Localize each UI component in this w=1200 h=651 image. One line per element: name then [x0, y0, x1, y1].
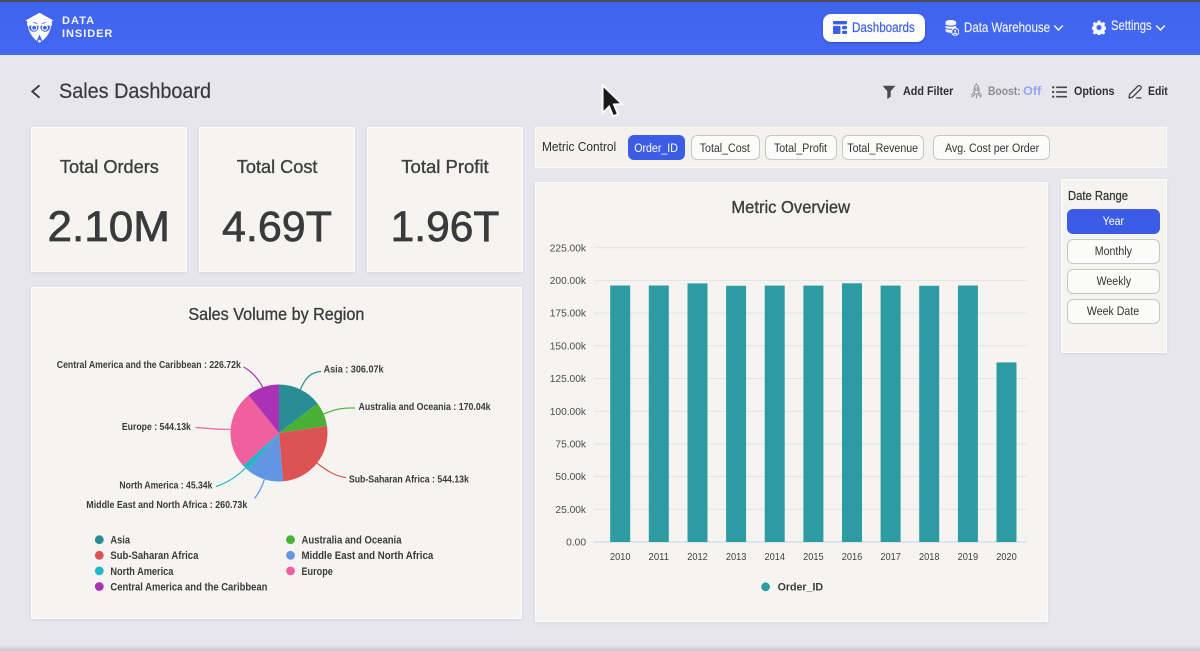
svg-text:25.00k: 25.00k — [555, 505, 586, 516]
svg-text:Middle East and North Africa: Middle East and North Africa — [302, 550, 434, 562]
svg-text:75.00k: 75.00k — [555, 440, 586, 451]
svg-text:Australia and Oceania: Australia and Oceania — [302, 535, 403, 547]
svg-text:200.00k: 200.00k — [550, 276, 587, 287]
svg-text:Sub-Saharan Africa : 544.13k: Sub-Saharan Africa : 544.13k — [349, 475, 469, 486]
svg-text:Central America and the Caribb: Central America and the Caribbean : 226.… — [57, 360, 241, 371]
svg-text:225.00k: 225.00k — [550, 243, 587, 254]
svg-text:2012: 2012 — [687, 551, 708, 563]
svg-text:Middle East and North Africa :: Middle East and North Africa : 260.73k — [86, 500, 247, 511]
svg-text:2013: 2013 — [726, 551, 747, 563]
svg-text:2018: 2018 — [919, 551, 940, 563]
svg-text:100.00k: 100.00k — [550, 407, 587, 418]
svg-text:Europe : 544.13k: Europe : 544.13k — [122, 422, 191, 433]
svg-text:2015: 2015 — [803, 551, 824, 563]
svg-text:2011: 2011 — [649, 551, 670, 563]
svg-text:2016: 2016 — [842, 551, 863, 563]
svg-text:Order_ID: Order_ID — [778, 582, 824, 594]
svg-text:0.00: 0.00 — [566, 538, 586, 549]
svg-text:Sub-Saharan Africa: Sub-Saharan Africa — [110, 550, 199, 562]
svg-text:50.00k: 50.00k — [555, 472, 586, 483]
svg-text:Europe: Europe — [302, 566, 333, 578]
svg-text:175.00k: 175.00k — [550, 309, 587, 320]
svg-text:150.00k: 150.00k — [550, 341, 587, 352]
svg-text:2019: 2019 — [958, 551, 979, 563]
svg-text:2010: 2010 — [610, 551, 631, 563]
svg-text:North America: North America — [110, 566, 174, 578]
svg-text:2014: 2014 — [764, 551, 785, 563]
svg-text:Asia: Asia — [110, 535, 130, 547]
svg-text:Asia : 306.07k: Asia : 306.07k — [324, 365, 384, 376]
svg-text:125.00k: 125.00k — [550, 374, 587, 385]
svg-text:2020: 2020 — [996, 551, 1017, 563]
svg-text:Central America and the Caribb: Central America and the Caribbean — [110, 581, 267, 593]
svg-text:2017: 2017 — [880, 551, 901, 563]
svg-text:North America : 45.34k: North America : 45.34k — [119, 481, 212, 492]
svg-text:Australia and Oceania : 170.04: Australia and Oceania : 170.04k — [359, 402, 491, 413]
